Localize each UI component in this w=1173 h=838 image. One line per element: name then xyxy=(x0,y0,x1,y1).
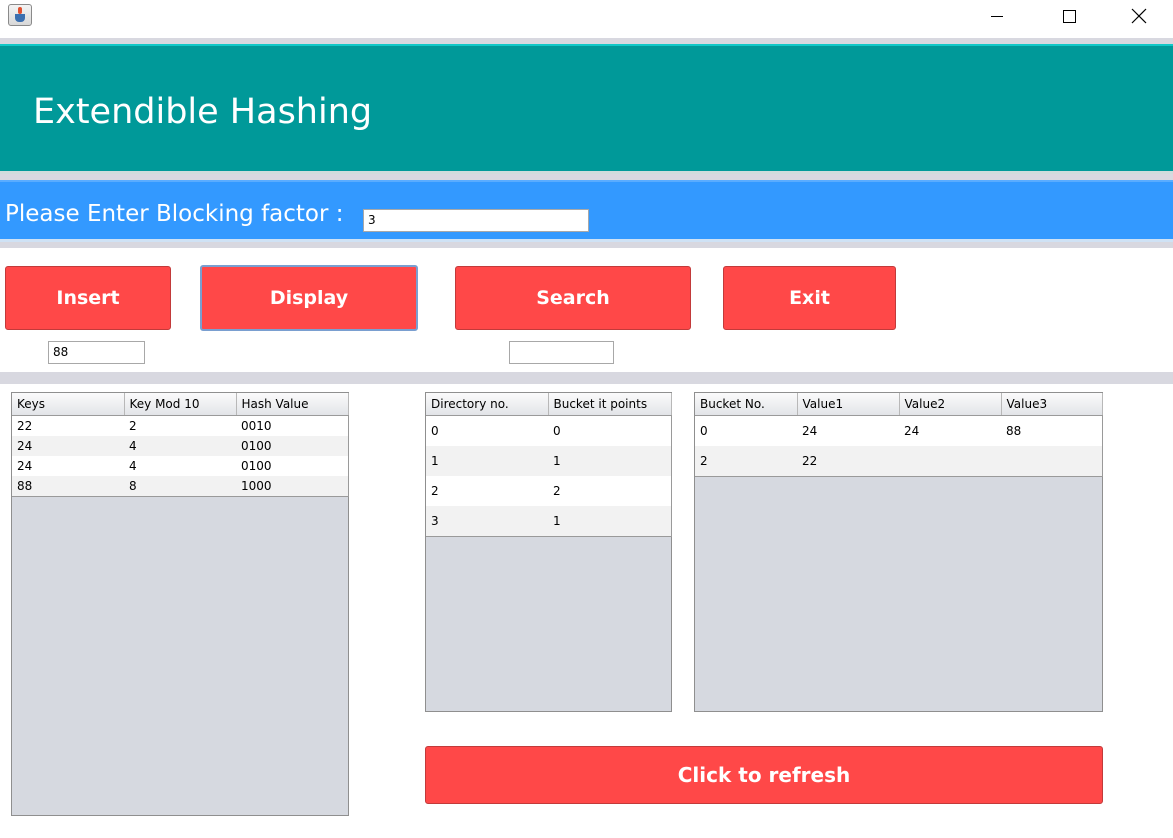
bucket-table-panel[interactable]: Bucket No. Value1 Value2 Value3 0 24 24 … xyxy=(694,392,1103,712)
minimize-icon[interactable] xyxy=(962,0,1032,32)
table-cell: 88 xyxy=(1006,424,1022,438)
blocking-factor-label: Please Enter Blocking factor : xyxy=(5,201,344,227)
table-row[interactable]: 22 2 0010 xyxy=(12,416,348,437)
table-row[interactable]: 2 2 xyxy=(426,476,671,506)
bucket-table[interactable]: Bucket No. Value1 Value2 Value3 0 24 24 … xyxy=(695,393,1103,477)
table-cell: 24 xyxy=(12,436,124,456)
table-cell: 22 xyxy=(797,446,899,477)
table-cell: 1 xyxy=(548,446,671,476)
table-cell xyxy=(899,446,1001,477)
table-cell: 0 xyxy=(700,424,708,438)
table-cell: 1 xyxy=(426,446,548,476)
java-app-icon[interactable] xyxy=(8,4,32,26)
table-cell xyxy=(1001,446,1102,477)
table-cell: 24 xyxy=(17,459,33,473)
table-cell: 2 xyxy=(431,484,439,498)
column-header-keys[interactable]: Keys xyxy=(12,393,125,416)
separator xyxy=(0,242,1173,248)
insert-key-input[interactable]: 88 xyxy=(48,341,145,364)
keys-table[interactable]: Keys Key Mod 10 Hash Value 22 2 0010 24 … xyxy=(12,393,349,497)
table-cell: 2 xyxy=(129,419,137,433)
table-cell: 1000 xyxy=(236,476,348,497)
table-cell: 2 xyxy=(553,484,561,498)
table-cell: 22 xyxy=(17,419,33,433)
blocking-factor-input[interactable]: 3 xyxy=(363,209,589,232)
table-row[interactable]: 2 22 xyxy=(695,446,1102,477)
table-cell: 24 xyxy=(802,424,818,438)
search-button[interactable]: Search xyxy=(455,266,691,330)
table-cell: 0 xyxy=(431,424,439,438)
column-header-key-mod[interactable]: Key Mod 10 xyxy=(124,393,237,416)
display-button[interactable]: Display xyxy=(200,265,418,331)
directory-table-panel[interactable]: Directory no. Bucket it points 0 0 1 1 2… xyxy=(425,392,672,712)
table-row[interactable]: 88 8 1000 xyxy=(12,476,348,497)
close-icon[interactable] xyxy=(1104,0,1173,32)
table-row[interactable]: 24 4 0100 xyxy=(12,456,348,476)
table-row[interactable]: 3 1 xyxy=(426,506,671,537)
table-cell: 2 xyxy=(695,446,797,477)
separator xyxy=(0,372,1173,384)
refresh-button[interactable]: Click to refresh xyxy=(425,746,1103,804)
table-cell: 8 xyxy=(124,476,236,497)
table-cell: 88 xyxy=(12,476,124,497)
table-cell: 0100 xyxy=(241,459,272,473)
table-row[interactable]: 1 1 xyxy=(426,446,671,476)
page-title: Extendible Hashing xyxy=(33,92,373,132)
table-cell: 4 xyxy=(124,436,236,456)
table-row[interactable]: 0 24 24 88 xyxy=(695,416,1102,447)
table-cell: 4 xyxy=(129,459,137,473)
table-cell: 24 xyxy=(904,424,920,438)
search-key-input[interactable] xyxy=(509,341,614,364)
column-header-bucket-no[interactable]: Bucket No. xyxy=(695,393,798,416)
maximize-icon[interactable] xyxy=(1034,0,1104,32)
table-cell: 0 xyxy=(553,424,561,438)
directory-table[interactable]: Directory no. Bucket it points 0 0 1 1 2… xyxy=(426,393,672,537)
table-cell: 0100 xyxy=(236,436,348,456)
column-header-hash-value[interactable]: Hash Value xyxy=(236,393,349,416)
insert-button[interactable]: Insert xyxy=(5,266,171,330)
column-header-directory-no[interactable]: Directory no. xyxy=(426,393,549,416)
column-header-bucket-points[interactable]: Bucket it points xyxy=(548,393,672,416)
table-cell: 3 xyxy=(426,506,548,537)
table-cell: 1 xyxy=(548,506,671,537)
table-cell: 0010 xyxy=(241,419,272,433)
column-header-value1[interactable]: Value1 xyxy=(797,393,900,416)
table-row[interactable]: 24 4 0100 xyxy=(12,436,348,456)
keys-table-panel[interactable]: Keys Key Mod 10 Hash Value 22 2 0010 24 … xyxy=(11,392,349,816)
column-header-value2[interactable]: Value2 xyxy=(899,393,1002,416)
column-header-value3[interactable]: Value3 xyxy=(1001,393,1103,416)
table-row[interactable]: 0 0 xyxy=(426,416,671,447)
exit-button[interactable]: Exit xyxy=(723,266,896,330)
